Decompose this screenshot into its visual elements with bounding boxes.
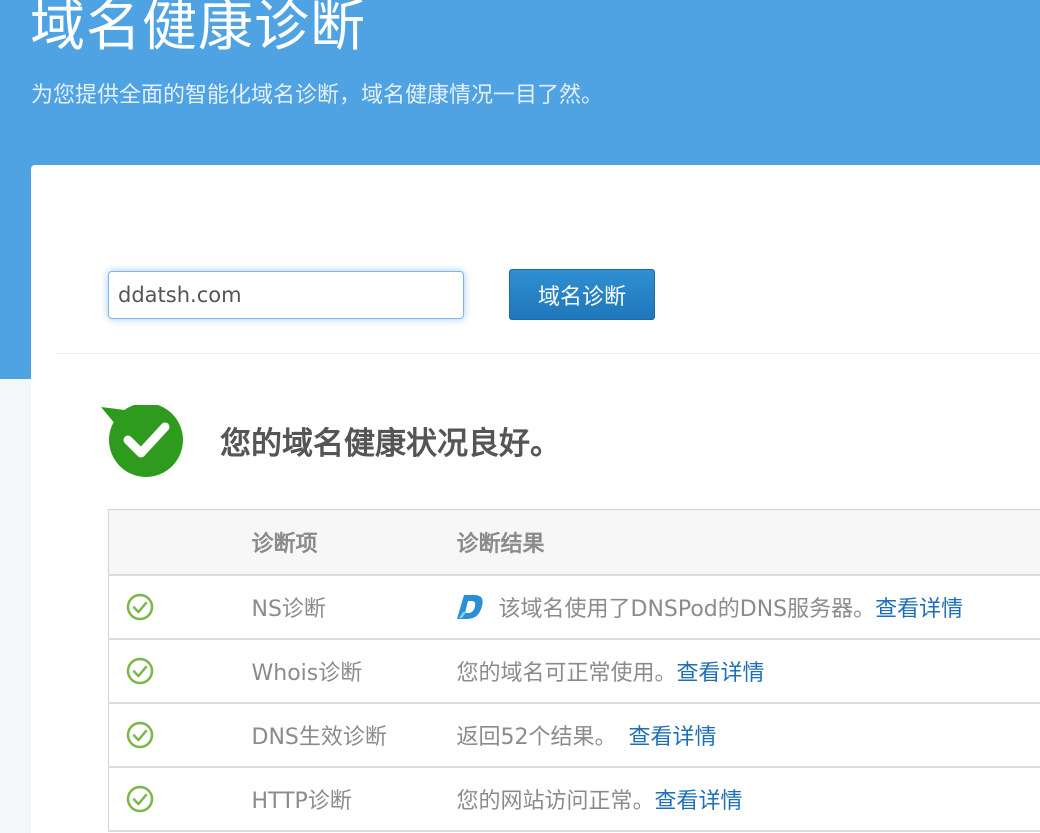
divider xyxy=(56,353,1040,354)
diagnosis-card: 域名诊断 您的域名健康状况良好。 诊断项 诊断结果 xyxy=(31,165,1040,833)
check-circle-icon xyxy=(126,593,154,621)
diagnosis-table: 诊断项 诊断结果 NS诊断 该域名使用了DNSPod的DNS服务器。查看详情 W… xyxy=(108,509,1040,832)
row-result: 该域名使用了DNSPod的DNS服务器。 xyxy=(498,597,876,622)
page-title: 域名健康诊断 xyxy=(30,0,367,58)
table-row: NS诊断 该域名使用了DNSPod的DNS服务器。查看详情 xyxy=(108,575,1040,640)
row-status-cell xyxy=(108,575,252,640)
view-details-link[interactable]: 查看详情 xyxy=(629,725,717,750)
header-result: 诊断结果 xyxy=(456,509,1040,576)
row-result-cell: 返回52个结果。 查看详情 xyxy=(456,703,1040,768)
table-header-row: 诊断项 诊断结果 xyxy=(108,509,1040,576)
row-item: DNS生效诊断 xyxy=(251,703,457,768)
view-details-link[interactable]: 查看详情 xyxy=(875,597,963,622)
check-circle-icon xyxy=(126,721,154,749)
check-bubble-icon xyxy=(101,405,183,477)
table-row: HTTP诊断 您的网站访问正常。查看详情 xyxy=(108,767,1040,832)
row-item: HTTP诊断 xyxy=(251,767,457,832)
row-status-cell xyxy=(108,639,252,704)
row-status-cell xyxy=(108,767,252,832)
row-item: Whois诊断 xyxy=(251,639,457,704)
view-details-link[interactable]: 查看详情 xyxy=(655,789,743,814)
row-result-cell: 该域名使用了DNSPod的DNS服务器。查看详情 xyxy=(456,575,1040,640)
header-status xyxy=(108,509,252,576)
row-result: 您的网站访问正常。 xyxy=(456,789,655,814)
page-subtitle: 为您提供全面的智能化域名诊断，域名健康情况一目了然。 xyxy=(31,83,604,108)
row-result: 您的域名可正常使用。 xyxy=(456,661,677,686)
check-circle-icon xyxy=(126,657,154,685)
dnspod-logo-icon xyxy=(456,594,485,620)
table-row: DNS生效诊断 返回52个结果。 查看详情 xyxy=(108,703,1040,768)
header-item: 诊断项 xyxy=(251,509,457,576)
view-details-link[interactable]: 查看详情 xyxy=(677,661,765,686)
domain-input[interactable] xyxy=(108,271,464,319)
row-item: NS诊断 xyxy=(251,575,457,640)
row-result-cell: 您的域名可正常使用。查看详情 xyxy=(456,639,1040,704)
health-status-message: 您的域名健康状况良好。 xyxy=(220,426,561,462)
diagnose-button[interactable]: 域名诊断 xyxy=(509,269,655,320)
row-status-cell xyxy=(108,703,252,768)
row-result-cell: 您的网站访问正常。查看详情 xyxy=(456,767,1040,832)
check-circle-icon xyxy=(126,785,154,813)
table-row: Whois诊断 您的域名可正常使用。查看详情 xyxy=(108,639,1040,704)
row-result: 返回52个结果。 xyxy=(456,725,617,750)
